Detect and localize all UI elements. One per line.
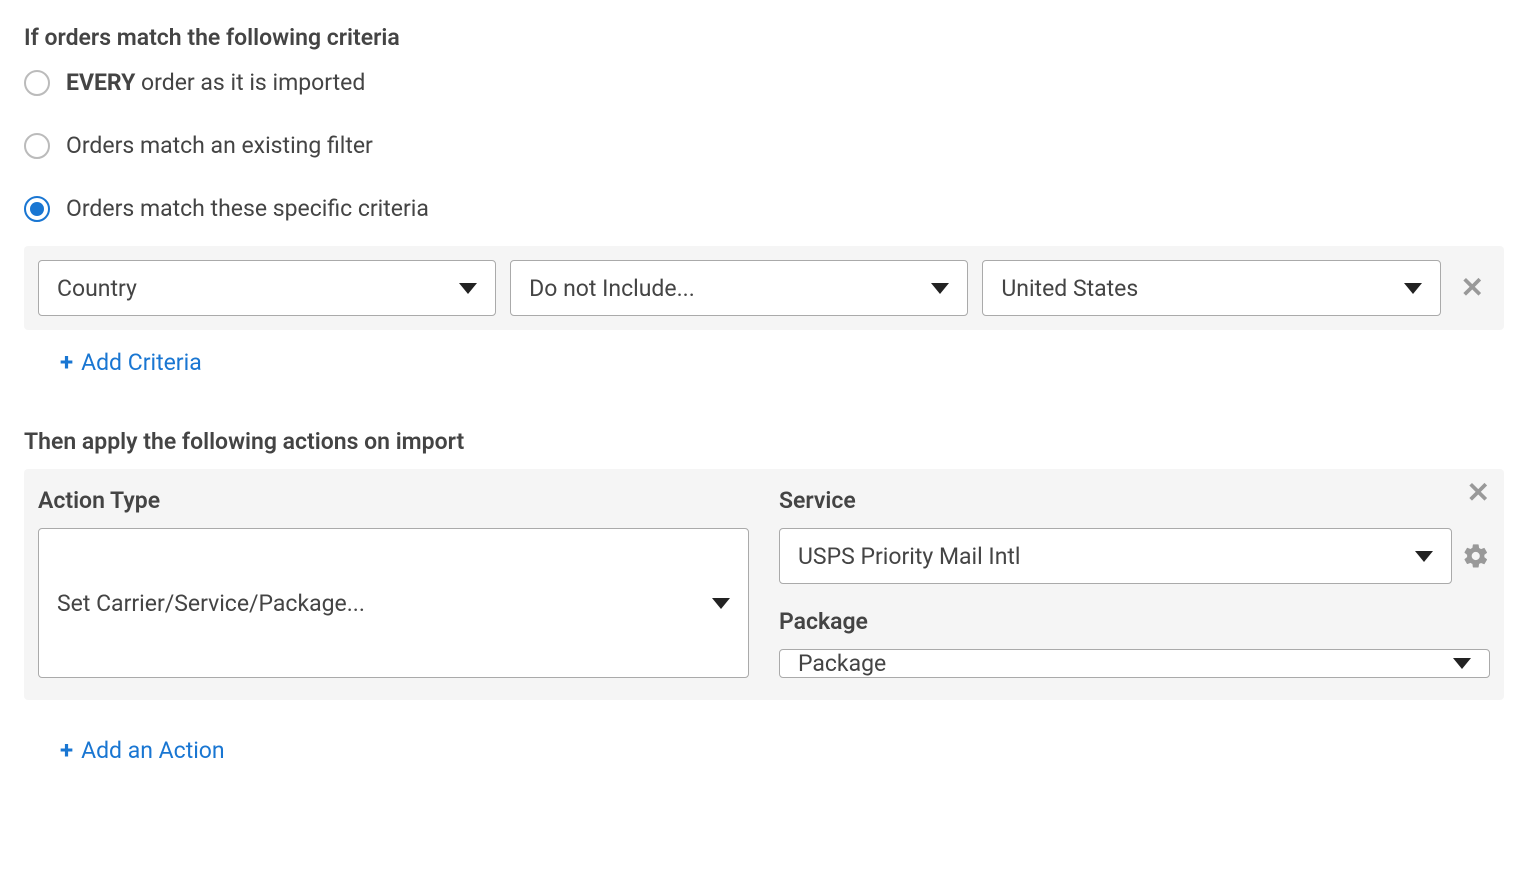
service-settings-button[interactable] bbox=[1462, 542, 1490, 570]
add-action-label: Add an Action bbox=[81, 737, 225, 764]
action-type-col: Action Type Set Carrier/Service/Package.… bbox=[38, 487, 749, 678]
package-value: Package bbox=[798, 650, 886, 677]
remove-criteria-button[interactable]: ✕ bbox=[1455, 274, 1490, 302]
criteria-heading: If orders match the following criteria bbox=[24, 24, 1504, 51]
criteria-operator-value: Do not Include... bbox=[529, 275, 695, 302]
criteria-operator-select[interactable]: Do not Include... bbox=[510, 260, 968, 316]
criteria-row: Country Do not Include... United States … bbox=[24, 246, 1504, 330]
radio-specific-criteria[interactable]: Orders match these specific criteria bbox=[24, 195, 1504, 222]
action-type-value: Set Carrier/Service/Package... bbox=[57, 590, 365, 617]
radio-label-existing: Orders match an existing filter bbox=[66, 132, 373, 159]
actions-heading: Then apply the following actions on impo… bbox=[24, 428, 1504, 455]
action-type-select[interactable]: Set Carrier/Service/Package... bbox=[38, 528, 749, 678]
radio-icon bbox=[24, 196, 50, 222]
service-select[interactable]: USPS Priority Mail Intl bbox=[779, 528, 1452, 584]
criteria-value-value: United States bbox=[1001, 275, 1138, 302]
chevron-down-icon bbox=[1453, 658, 1471, 669]
plus-icon: + bbox=[60, 736, 73, 764]
criteria-value-select[interactable]: United States bbox=[982, 260, 1440, 316]
add-criteria-button[interactable]: + Add Criteria bbox=[60, 348, 202, 376]
add-action-button[interactable]: + Add an Action bbox=[60, 736, 225, 764]
criteria-radio-group: EVERY order as it is imported Orders mat… bbox=[24, 69, 1504, 222]
action-row: ✕ Action Type Set Carrier/Service/Packag… bbox=[24, 469, 1504, 700]
remove-action-button[interactable]: ✕ bbox=[1467, 479, 1490, 507]
service-package-col: Service USPS Priority Mail Intl Package … bbox=[779, 487, 1490, 678]
criteria-field-select[interactable]: Country bbox=[38, 260, 496, 316]
criteria-field-value: Country bbox=[57, 275, 137, 302]
radio-existing-filter[interactable]: Orders match an existing filter bbox=[24, 132, 1504, 159]
service-value: USPS Priority Mail Intl bbox=[798, 543, 1021, 570]
radio-label-specific: Orders match these specific criteria bbox=[66, 195, 429, 222]
chevron-down-icon bbox=[1404, 283, 1422, 294]
gear-icon bbox=[1462, 542, 1490, 570]
chevron-down-icon bbox=[1415, 551, 1433, 562]
package-select[interactable]: Package bbox=[779, 649, 1490, 678]
service-row: USPS Priority Mail Intl bbox=[779, 528, 1490, 584]
service-label: Service bbox=[779, 487, 1490, 514]
radio-icon bbox=[24, 70, 50, 96]
add-criteria-label: Add Criteria bbox=[81, 349, 202, 376]
chevron-down-icon bbox=[459, 283, 477, 294]
action-type-label: Action Type bbox=[38, 487, 749, 514]
radio-every-order[interactable]: EVERY order as it is imported bbox=[24, 69, 1504, 96]
plus-icon: + bbox=[60, 348, 73, 376]
chevron-down-icon bbox=[712, 598, 730, 609]
radio-label-every: EVERY order as it is imported bbox=[66, 69, 365, 96]
chevron-down-icon bbox=[931, 283, 949, 294]
radio-icon bbox=[24, 133, 50, 159]
package-label: Package bbox=[779, 608, 1490, 635]
radio-label-every-bold: EVERY bbox=[66, 69, 135, 96]
radio-label-every-rest: order as it is imported bbox=[135, 69, 365, 96]
